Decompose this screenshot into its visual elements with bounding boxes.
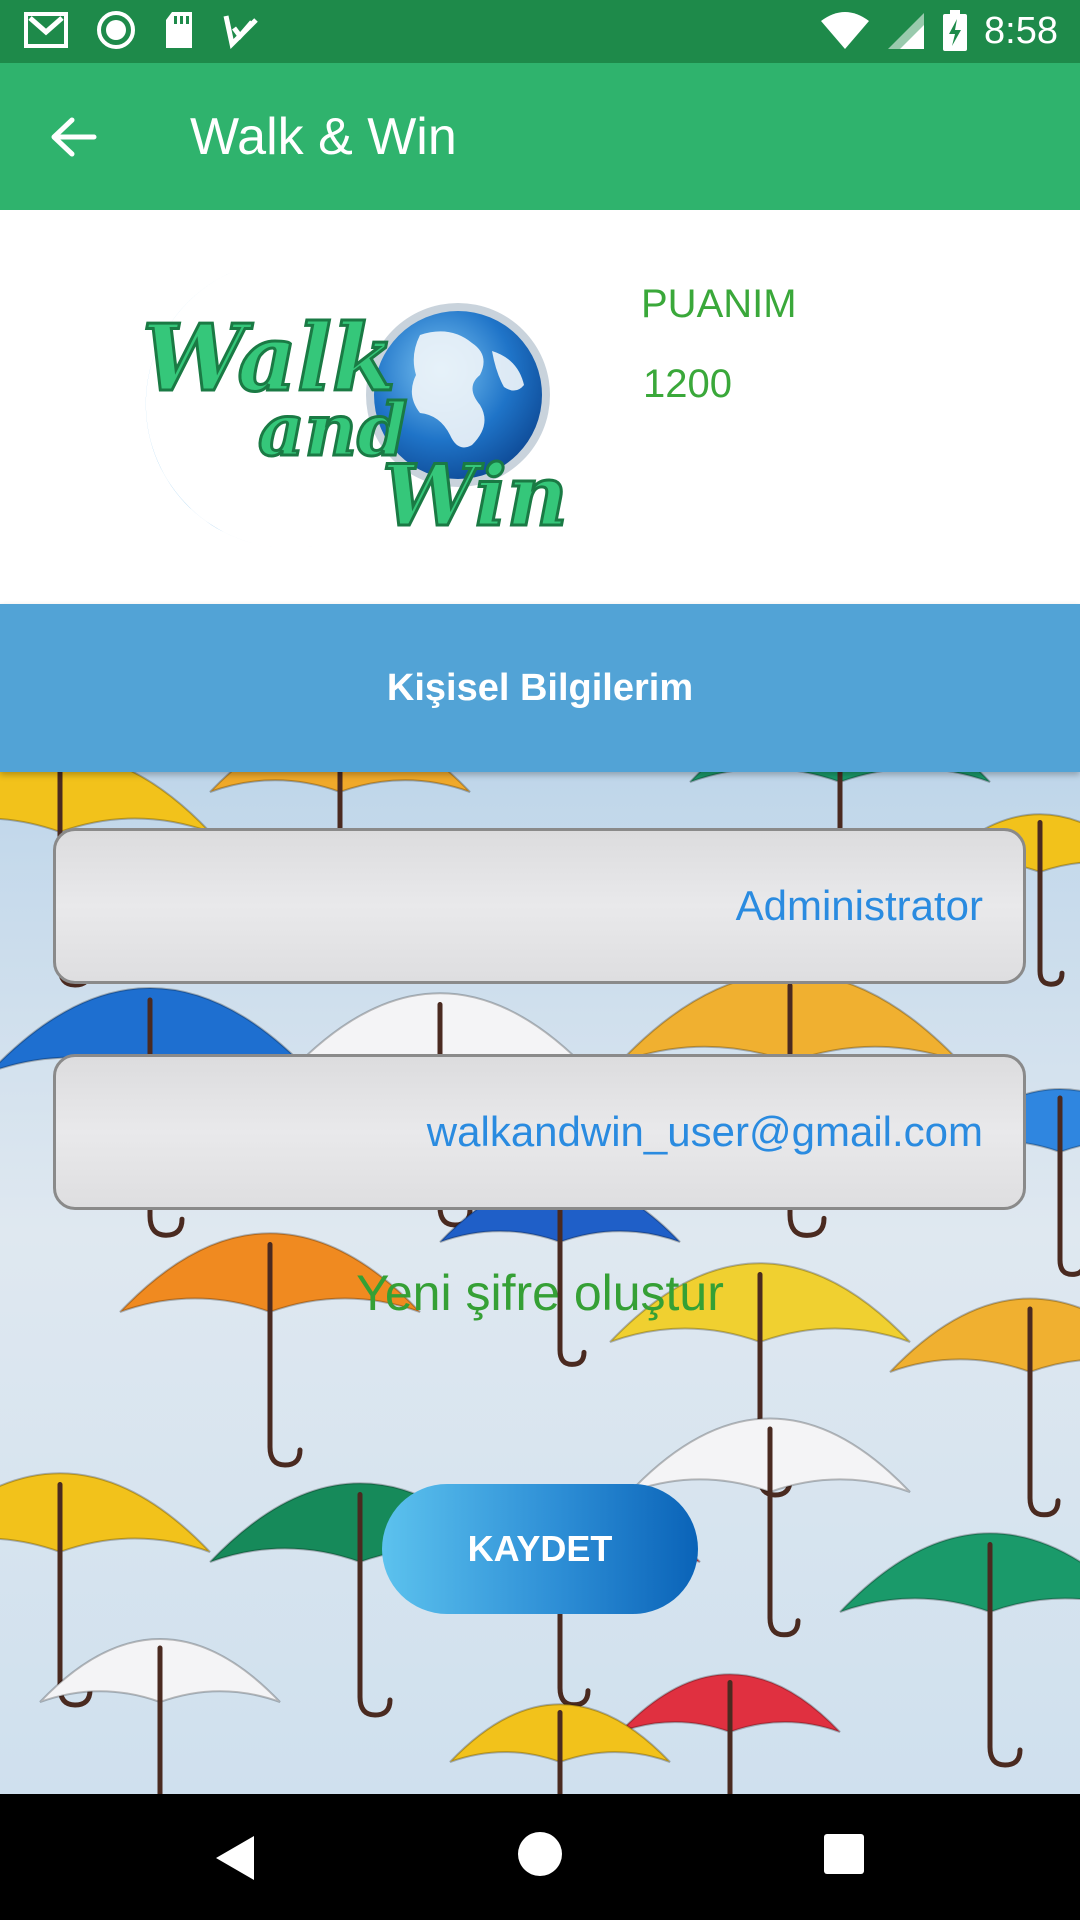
form-background-scene: Administrator walkandwin_user@gmail.com … <box>0 772 1080 1794</box>
email-field-value: walkandwin_user@gmail.com <box>426 1108 983 1155</box>
task-check-icon <box>223 15 258 50</box>
umbrella-shape <box>889 1297 1080 1518</box>
app-title: Walk & Win <box>190 108 457 166</box>
app-bar: Walk & Win <box>0 63 1080 210</box>
personal-info-header: Kişisel Bilgilerim <box>0 604 1080 772</box>
save-button[interactable]: KAYDET <box>382 1484 698 1614</box>
back-button[interactable] <box>40 107 106 167</box>
umbrella-shape <box>839 1532 1080 1768</box>
section-title: Kişisel Bilgilerim <box>386 666 694 709</box>
svg-text:Win: Win <box>382 446 568 545</box>
status-notification-icons <box>24 10 260 50</box>
umbrella-shape <box>619 1673 841 1794</box>
nav-back-icon[interactable] <box>214 1834 258 1882</box>
signal-icon <box>888 13 925 49</box>
points-label: PUANIM <box>641 282 797 326</box>
name-field-value: Administrator <box>735 882 983 929</box>
status-bar: 8:58 <box>0 0 1080 63</box>
navigation-bar <box>0 1794 1080 1920</box>
name-field[interactable]: Administrator <box>53 828 1026 984</box>
status-time: 8:58 <box>984 10 1058 52</box>
gmail-icon <box>24 12 68 48</box>
nav-recents-icon[interactable] <box>824 1834 864 1874</box>
wifi-icon <box>821 12 870 49</box>
sd-card-icon <box>166 12 192 48</box>
walk-and-win-logo: Walk and Win <box>141 263 569 549</box>
status-system-icons: 8:58 <box>820 8 1058 54</box>
email-field[interactable]: walkandwin_user@gmail.com <box>53 1054 1026 1210</box>
arrow-back-icon <box>51 117 97 157</box>
new-password-link[interactable]: Yeni şifre oluştur <box>0 1264 1080 1322</box>
record-icon <box>97 11 135 49</box>
save-button-label: KAYDET <box>467 1528 613 1569</box>
profile-section: Walk and Win PUANIM 1200 <box>0 210 1080 604</box>
nav-home-icon[interactable] <box>518 1832 562 1876</box>
points-value: 1200 <box>643 362 732 406</box>
umbrella-shape <box>39 1638 281 1794</box>
battery-charging-icon <box>943 10 968 51</box>
